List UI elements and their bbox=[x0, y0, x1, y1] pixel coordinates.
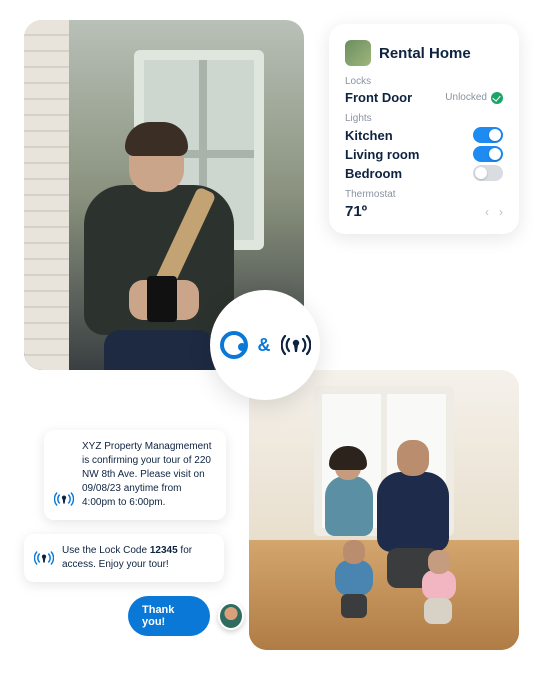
message-text: Use the Lock Code 12345 for access. Enjo… bbox=[62, 545, 192, 570]
light-row-bedroom: Bedroom bbox=[345, 165, 503, 181]
light-row-living-room: Living room bbox=[345, 146, 503, 162]
brand-connector-circle: & bbox=[210, 290, 320, 400]
brand-a-logo-icon bbox=[220, 331, 248, 359]
hero-image-family bbox=[249, 370, 519, 650]
locks-section-label: Locks bbox=[345, 76, 503, 87]
signal-keyhole-logo-icon bbox=[281, 332, 311, 358]
light-name: Kitchen bbox=[345, 128, 393, 143]
outgoing-reply-row: Thank you! bbox=[128, 596, 244, 636]
check-icon bbox=[491, 92, 503, 104]
smart-home-card: Rental Home Locks Front Door Unlocked Li… bbox=[329, 24, 519, 234]
signal-keyhole-icon bbox=[34, 549, 54, 567]
ampersand-separator: & bbox=[258, 335, 271, 356]
lock-status: Unlocked bbox=[445, 92, 503, 104]
incoming-message: Use the Lock Code 12345 for access. Enjo… bbox=[24, 534, 224, 582]
incoming-message: XYZ Property Managmement is confirming y… bbox=[44, 430, 226, 520]
chevron-right-icon[interactable]: › bbox=[499, 205, 503, 219]
light-name: Bedroom bbox=[345, 166, 402, 181]
reply-bubble: Thank you! bbox=[128, 596, 210, 636]
message-text: XYZ Property Managmement is confirming y… bbox=[82, 441, 212, 508]
property-title: Rental Home bbox=[379, 45, 471, 62]
light-name: Living room bbox=[345, 147, 419, 162]
light-toggle-bedroom[interactable] bbox=[473, 165, 503, 181]
lock-name: Front Door bbox=[345, 90, 412, 105]
light-toggle-kitchen[interactable] bbox=[473, 127, 503, 143]
thermostat-section-label: Thermostat bbox=[345, 189, 503, 200]
light-row-kitchen: Kitchen bbox=[345, 127, 503, 143]
chat-thread: XYZ Property Managmement is confirming y… bbox=[24, 430, 244, 636]
thermostat-value: 71º bbox=[345, 203, 367, 220]
light-toggle-living-room[interactable] bbox=[473, 146, 503, 162]
lights-section-label: Lights bbox=[345, 113, 503, 124]
signal-keyhole-icon bbox=[54, 490, 74, 508]
chevron-left-icon[interactable]: ‹ bbox=[485, 205, 489, 219]
property-thumbnail bbox=[345, 40, 371, 66]
user-avatar bbox=[218, 602, 244, 630]
